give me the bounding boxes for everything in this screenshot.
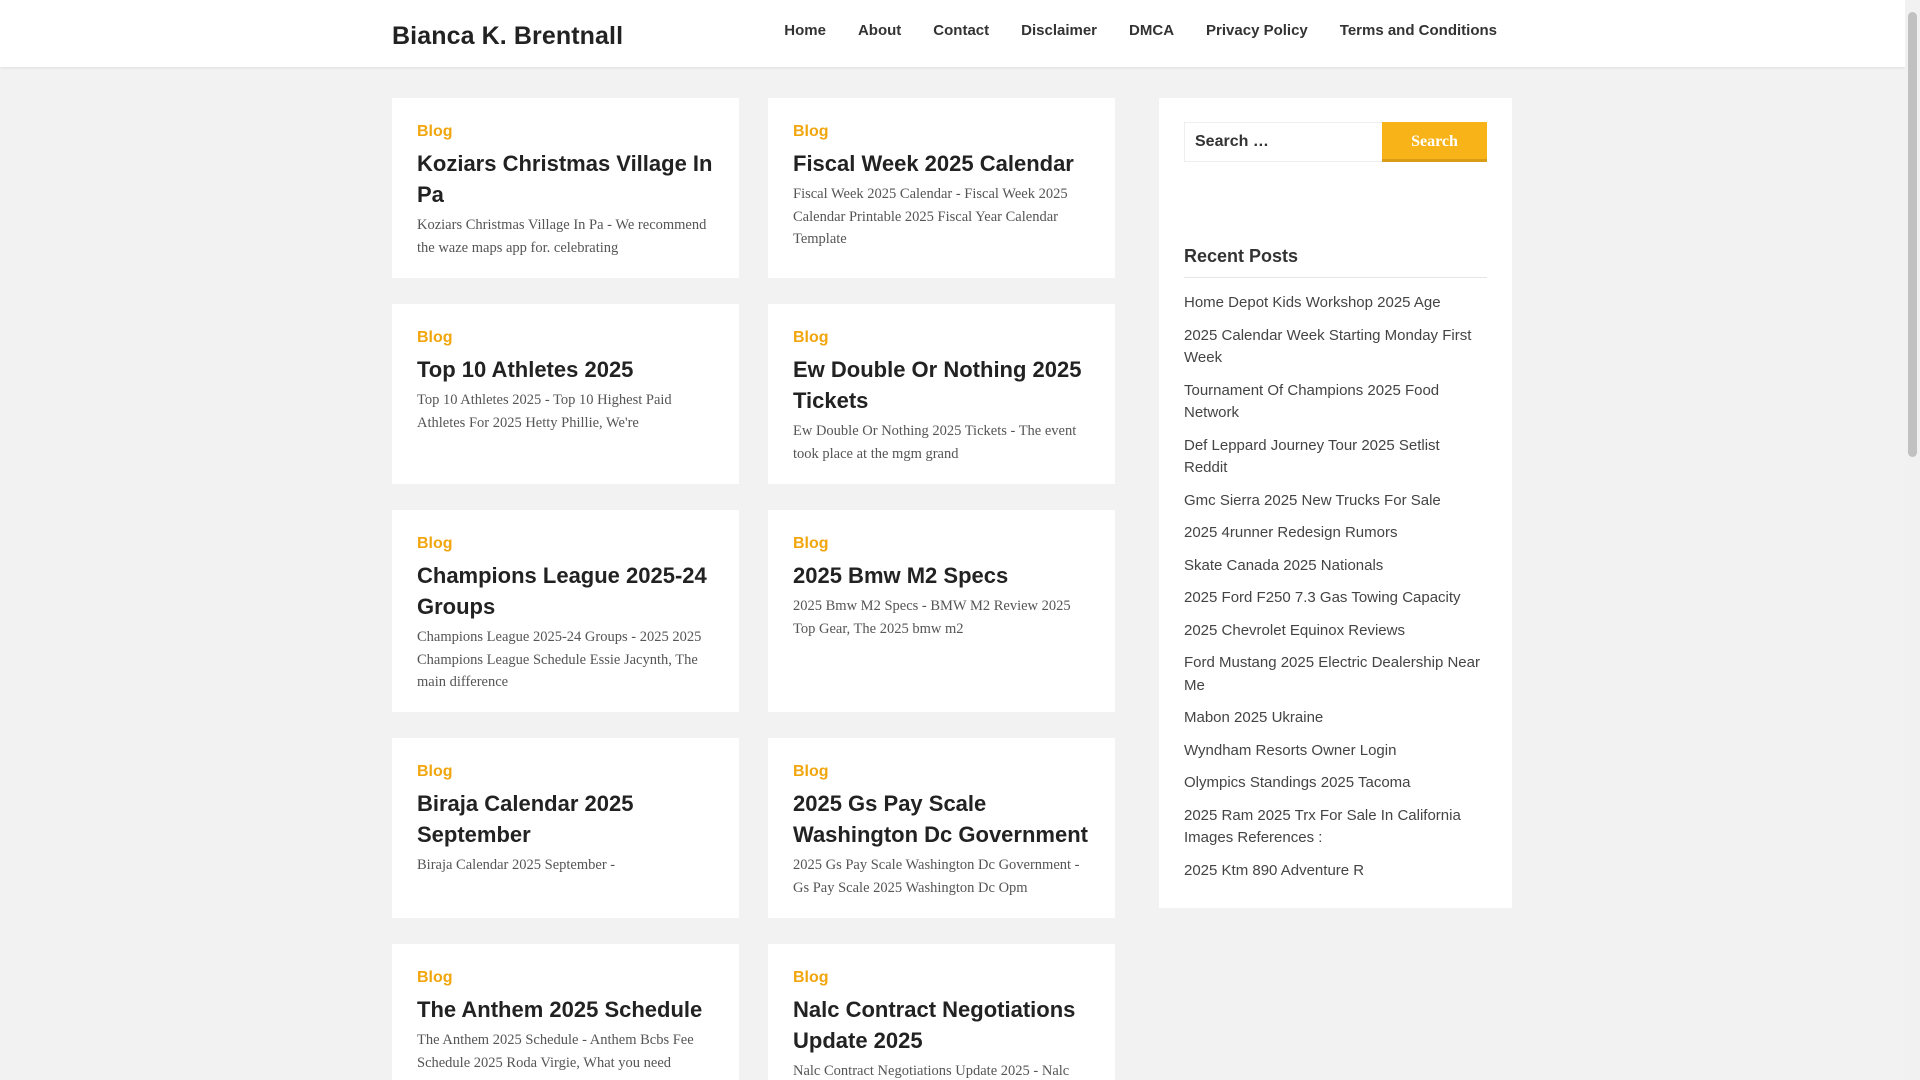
recent-post-link[interactable]: 2025 Ktm 890 Adventure R	[1184, 862, 1364, 879]
list-item: Home Depot Kids Workshop 2025 Age	[1184, 292, 1487, 315]
post-category[interactable]: Blog	[417, 969, 714, 987]
post-title[interactable]: 2025 Bmw M2 Specs	[793, 560, 1090, 591]
post-excerpt: 2025 Gs Pay Scale Washington Dc Governme…	[793, 857, 1080, 896]
nav-contact[interactable]: Contact	[933, 22, 989, 39]
post-card: Blog 2025 Gs Pay Scale Washington Dc Gov…	[768, 738, 1115, 918]
site-header: Bianca K. Brentnall Home About Contact D…	[0, 0, 1905, 67]
list-item: 2025 Chevrolet Equinox Reviews	[1184, 620, 1487, 643]
post-title[interactable]: Nalc Contract Negotiations Update 2025	[793, 994, 1090, 1056]
post-excerpt: Top 10 Athletes 2025 - Top 10 Highest Pa…	[417, 392, 672, 431]
recent-posts-heading: Recent Posts	[1184, 246, 1487, 278]
list-item: 2025 Ram 2025 Trx For Sale In California…	[1184, 805, 1487, 850]
post-category[interactable]: Blog	[793, 123, 1090, 141]
post-card: Blog The Anthem 2025 Schedule The Anthem…	[392, 944, 739, 1080]
post-card: Blog Top 10 Athletes 2025 Top 10 Athlete…	[392, 304, 739, 484]
post-card: Blog Koziars Christmas Village In Pa Koz…	[392, 98, 739, 278]
sidebar: Search Recent Posts Home Depot Kids Work…	[1159, 98, 1512, 908]
scrollbar-thumb[interactable]	[1908, 12, 1917, 457]
recent-post-link[interactable]: Olympics Standings 2025 Tacoma	[1184, 774, 1411, 791]
nav-privacy-policy[interactable]: Privacy Policy	[1206, 22, 1308, 39]
post-category[interactable]: Blog	[417, 329, 714, 347]
post-card: Blog Nalc Contract Negotiations Update 2…	[768, 944, 1115, 1080]
post-title[interactable]: 2025 Gs Pay Scale Washington Dc Governme…	[793, 788, 1090, 850]
post-category[interactable]: Blog	[793, 535, 1090, 553]
post-category[interactable]: Blog	[793, 763, 1090, 781]
post-excerpt: Fiscal Week 2025 Calendar - Fiscal Week …	[793, 186, 1068, 247]
post-excerpt: The Anthem 2025 Schedule - Anthem Bcbs F…	[417, 1032, 694, 1071]
recent-posts-list: Home Depot Kids Workshop 2025 Age 2025 C…	[1184, 292, 1487, 882]
site-title[interactable]: Bianca K. Brentnall	[392, 22, 623, 51]
recent-post-link[interactable]: 2025 Chevrolet Equinox Reviews	[1184, 622, 1405, 639]
page: Bianca K. Brentnall Home About Contact D…	[0, 0, 1905, 1080]
search-input[interactable]	[1184, 122, 1382, 162]
nav-disclaimer[interactable]: Disclaimer	[1021, 22, 1097, 39]
list-item: Def Leppard Journey Tour 2025 Setlist Re…	[1184, 435, 1487, 480]
main-navigation: Home About Contact Disclaimer DMCA Priva…	[784, 0, 1497, 60]
recent-post-link[interactable]: Gmc Sierra 2025 New Trucks For Sale	[1184, 492, 1441, 509]
post-card: Blog Biraja Calendar 2025 September Bira…	[392, 738, 739, 918]
post-category[interactable]: Blog	[793, 969, 1090, 987]
list-item: Tournament Of Champions 2025 Food Networ…	[1184, 380, 1487, 425]
recent-post-link[interactable]: 2025 Calendar Week Starting Monday First…	[1184, 327, 1471, 367]
list-item: 2025 Ford F250 7.3 Gas Towing Capacity	[1184, 587, 1487, 610]
list-item: 2025 4runner Redesign Rumors	[1184, 522, 1487, 545]
post-category[interactable]: Blog	[793, 329, 1090, 347]
recent-post-link[interactable]: Def Leppard Journey Tour 2025 Setlist Re…	[1184, 437, 1440, 477]
post-title[interactable]: Champions League 2025-24 Groups	[417, 560, 714, 622]
nav-home[interactable]: Home	[784, 22, 826, 39]
post-title[interactable]: Top 10 Athletes 2025	[417, 354, 714, 385]
list-item: Olympics Standings 2025 Tacoma	[1184, 772, 1487, 795]
list-item: 2025 Calendar Week Starting Monday First…	[1184, 325, 1487, 370]
post-excerpt: Koziars Christmas Village In Pa - We rec…	[417, 217, 707, 256]
recent-post-link[interactable]: 2025 4runner Redesign Rumors	[1184, 524, 1397, 541]
nav-dmca[interactable]: DMCA	[1129, 22, 1174, 39]
post-excerpt: 2025 Bmw M2 Specs - BMW M2 Review 2025 T…	[793, 598, 1071, 637]
post-title[interactable]: Koziars Christmas Village In Pa	[417, 148, 714, 210]
post-category[interactable]: Blog	[417, 763, 714, 781]
recent-post-link[interactable]: Tournament Of Champions 2025 Food Networ…	[1184, 382, 1439, 422]
post-excerpt: Biraja Calendar 2025 September -	[417, 857, 616, 873]
post-category[interactable]: Blog	[417, 123, 714, 141]
scrollbar[interactable]	[1905, 0, 1920, 1080]
list-item: 2025 Ktm 890 Adventure R	[1184, 860, 1487, 883]
post-category[interactable]: Blog	[417, 535, 714, 553]
recent-post-link[interactable]: Ford Mustang 2025 Electric Dealership Ne…	[1184, 654, 1480, 694]
list-item: Wyndham Resorts Owner Login	[1184, 740, 1487, 763]
nav-about[interactable]: About	[858, 22, 901, 39]
list-item: Ford Mustang 2025 Electric Dealership Ne…	[1184, 652, 1487, 697]
post-card: Blog Champions League 2025-24 Groups Cha…	[392, 510, 739, 712]
post-title[interactable]: Ew Double Or Nothing 2025 Tickets	[793, 354, 1090, 416]
post-title[interactable]: Biraja Calendar 2025 September	[417, 788, 714, 850]
post-card: Blog Ew Double Or Nothing 2025 Tickets E…	[768, 304, 1115, 484]
post-excerpt: Champions League 2025-24 Groups - 2025 2…	[417, 629, 702, 690]
recent-post-link[interactable]: Skate Canada 2025 Nationals	[1184, 557, 1383, 574]
recent-post-link[interactable]: Home Depot Kids Workshop 2025 Age	[1184, 294, 1441, 311]
recent-post-link[interactable]: 2025 Ram 2025 Trx For Sale In California…	[1184, 807, 1461, 847]
post-title[interactable]: The Anthem 2025 Schedule	[417, 994, 714, 1025]
nav-terms-and-conditions[interactable]: Terms and Conditions	[1340, 22, 1497, 39]
list-item: Gmc Sierra 2025 New Trucks For Sale	[1184, 490, 1487, 513]
post-title[interactable]: Fiscal Week 2025 Calendar	[793, 148, 1090, 179]
post-card: Blog 2025 Bmw M2 Specs 2025 Bmw M2 Specs…	[768, 510, 1115, 712]
recent-post-link[interactable]: 2025 Ford F250 7.3 Gas Towing Capacity	[1184, 589, 1461, 606]
list-item: Skate Canada 2025 Nationals	[1184, 555, 1487, 578]
recent-post-link[interactable]: Wyndham Resorts Owner Login	[1184, 742, 1396, 759]
post-excerpt: Ew Double Or Nothing 2025 Tickets - The …	[793, 423, 1077, 462]
list-item: Mabon 2025 Ukraine	[1184, 707, 1487, 730]
post-card: Blog Fiscal Week 2025 Calendar Fiscal We…	[768, 98, 1115, 278]
post-excerpt: Nalc Contract Negotiations Update 2025 -…	[793, 1063, 1070, 1079]
search-form: Search	[1184, 122, 1487, 162]
recent-post-link[interactable]: Mabon 2025 Ukraine	[1184, 709, 1323, 726]
search-button[interactable]: Search	[1382, 122, 1487, 162]
